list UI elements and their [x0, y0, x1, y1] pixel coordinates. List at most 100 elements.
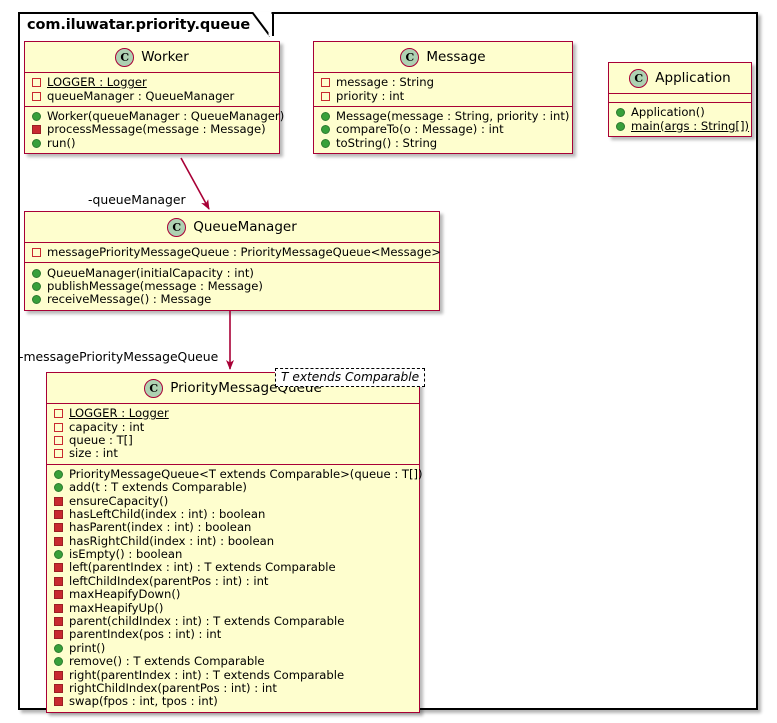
private-method-icon — [54, 537, 63, 546]
class-fields-prioritymessagequeue: LOGGER : Logger capacity : int queue : T… — [47, 404, 419, 465]
public-method-icon — [54, 657, 63, 666]
method-label: maxHeapifyDown() — [69, 588, 180, 601]
method-row: maxHeapifyDown() — [47, 588, 419, 601]
private-method-icon — [54, 577, 63, 586]
public-method-icon — [32, 139, 41, 148]
method-label: processMessage(message : Message) — [47, 123, 266, 136]
private-field-icon — [321, 78, 330, 87]
method-label: toString() : String — [336, 137, 437, 150]
class-box-application[interactable]: C Application Application() main(args : … — [608, 62, 752, 137]
method-label: rightChildIndex(parentPos : int) : int — [69, 682, 277, 695]
method-label: publishMessage(message : Message) — [47, 280, 263, 293]
method-label: run() — [47, 137, 76, 150]
method-label: hasRightChild(index : int) : boolean — [69, 535, 274, 548]
private-method-icon — [54, 697, 63, 706]
class-fields-worker: LOGGER : Logger queueManager : QueueMana… — [25, 73, 279, 107]
private-method-icon — [54, 604, 63, 613]
method-label: PriorityMessageQueue<T extends Comparabl… — [69, 468, 423, 481]
class-icon: C — [400, 48, 419, 67]
class-icon: C — [167, 218, 186, 237]
private-field-icon — [32, 248, 41, 257]
private-field-icon — [321, 92, 330, 101]
class-methods-application: Application() main(args : String[]) — [609, 103, 751, 136]
class-name: Worker — [141, 49, 189, 65]
method-row: add(t : T extends Comparable) — [47, 481, 419, 494]
class-header-application: C Application — [609, 63, 751, 94]
field-label: message : String — [336, 76, 434, 89]
method-row: QueueManager(initialCapacity : int) — [25, 266, 439, 279]
edge-label-queuemanager-prioritymessagequeue: -messagePriorityMessageQueue — [19, 349, 218, 364]
method-label: parentIndex(pos : int) : int — [69, 628, 221, 641]
method-row: maxHeapifyUp() — [47, 601, 419, 614]
class-methods-queuemanager: QueueManager(initialCapacity : int) publ… — [25, 263, 439, 309]
method-label: maxHeapifyUp() — [69, 602, 163, 615]
private-method-icon — [54, 523, 63, 532]
method-row: Worker(queueManager : QueueManager) — [25, 110, 279, 123]
class-name: Application — [655, 70, 730, 86]
method-row: Application() — [609, 106, 751, 119]
public-method-icon — [32, 282, 41, 291]
method-label: print() — [69, 642, 105, 655]
public-method-icon — [616, 122, 625, 131]
uml-class-diagram: com.iluwatar.priority.queue -queueManage… — [0, 0, 777, 723]
class-icon: C — [629, 69, 648, 88]
method-label: main(args : String[]) — [631, 120, 749, 133]
method-row: run() — [25, 137, 279, 150]
method-label: hasLeftChild(index : int) : boolean — [69, 508, 265, 521]
class-methods-message: Message(message : String, priority : int… — [314, 107, 572, 153]
class-icon: C — [144, 379, 163, 398]
field-label: messagePriorityMessageQueue : PriorityMe… — [47, 246, 441, 259]
method-row: hasParent(index : int) : boolean — [47, 521, 419, 534]
edge-label-worker-queuemanager: -queueManager — [88, 192, 186, 207]
private-method-icon — [54, 684, 63, 693]
method-label: isEmpty() : boolean — [69, 548, 182, 561]
private-method-icon — [54, 630, 63, 639]
private-method-icon — [54, 563, 63, 572]
method-row: PriorityMessageQueue<T extends Comparabl… — [47, 468, 419, 481]
method-label: ensureCapacity() — [69, 495, 168, 508]
method-label: Worker(queueManager : QueueManager) — [47, 110, 284, 123]
class-box-prioritymessagequeue[interactable]: C PriorityMessageQueue LOGGER : Logger c… — [46, 372, 420, 713]
method-row: compareTo(o : Message) : int — [314, 123, 572, 136]
method-label: QueueManager(initialCapacity : int) — [47, 267, 254, 280]
method-label: parent(childIndex : int) : T extends Com… — [69, 615, 344, 628]
package-tab-fold-icon — [252, 12, 272, 38]
private-field-icon — [32, 78, 41, 87]
class-icon: C — [115, 48, 134, 67]
field-row: queueManager : QueueManager — [25, 89, 279, 102]
method-row: hasLeftChild(index : int) : boolean — [47, 508, 419, 521]
method-label: Application() — [631, 106, 705, 119]
private-method-icon — [54, 617, 63, 626]
class-methods-prioritymessagequeue: PriorityMessageQueue<T extends Comparabl… — [47, 465, 419, 712]
class-header-worker: C Worker — [25, 42, 279, 73]
method-row: left(parentIndex : int) : T extends Comp… — [47, 561, 419, 574]
method-row: remove() : T extends Comparable — [47, 655, 419, 668]
method-row: print() — [47, 642, 419, 655]
private-method-icon — [54, 671, 63, 680]
class-header-queuemanager: C QueueManager — [25, 212, 439, 243]
public-method-icon — [321, 112, 330, 121]
field-row: size : int — [47, 447, 419, 460]
method-row: publishMessage(message : Message) — [25, 280, 439, 293]
public-method-icon — [54, 483, 63, 492]
field-row: capacity : int — [47, 420, 419, 433]
field-row: priority : int — [314, 89, 572, 102]
method-label: compareTo(o : Message) : int — [336, 123, 504, 136]
public-method-icon — [54, 550, 63, 559]
method-row: leftChildIndex(parentPos : int) : int — [47, 575, 419, 588]
method-row: toString() : String — [314, 137, 572, 150]
method-label: Message(message : String, priority : int… — [336, 110, 569, 123]
private-field-icon — [54, 449, 63, 458]
method-row: swap(fpos : int, tpos : int) — [47, 695, 419, 708]
class-box-message[interactable]: C Message message : String priority : in… — [313, 41, 573, 154]
class-box-queuemanager[interactable]: C QueueManager messagePriorityMessageQue… — [24, 211, 440, 311]
class-box-worker[interactable]: C Worker LOGGER : Logger queueManager : … — [24, 41, 280, 154]
private-method-icon — [32, 125, 41, 134]
method-row: parentIndex(pos : int) : int — [47, 628, 419, 641]
private-field-icon — [32, 92, 41, 101]
private-method-icon — [54, 590, 63, 599]
field-label: LOGGER : Logger — [69, 407, 169, 420]
method-row: processMessage(message : Message) — [25, 123, 279, 136]
method-row: receiveMessage() : Message — [25, 293, 439, 306]
public-method-icon — [321, 125, 330, 134]
